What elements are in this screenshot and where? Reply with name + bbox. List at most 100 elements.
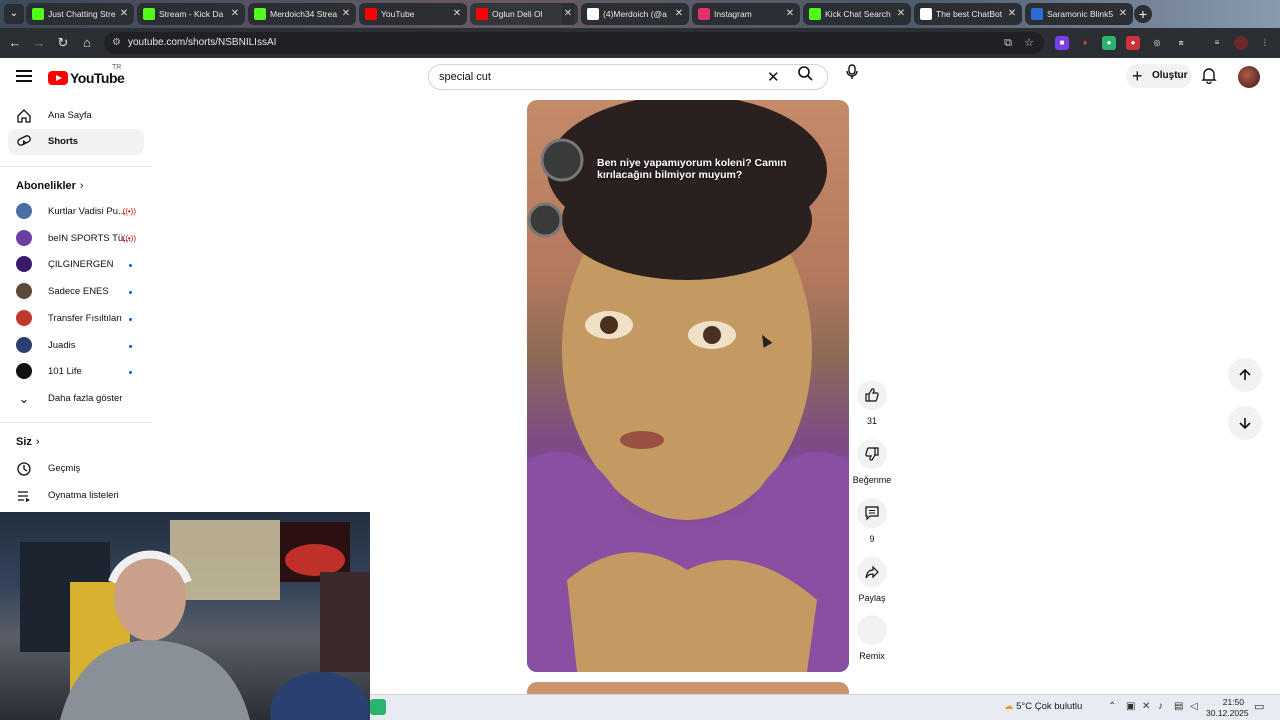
like-button[interactable] — [857, 380, 887, 410]
channel-name: Juadis — [48, 339, 76, 351]
extension-icon[interactable]: ■ — [1055, 36, 1069, 50]
close-tab-icon[interactable]: ✕ — [1117, 3, 1129, 25]
sidebar-subscription-item[interactable]: ÇILGINERGEN — [8, 252, 144, 278]
home-button[interactable]: ⌂ — [78, 34, 96, 52]
plus-icon: + — [1132, 66, 1143, 86]
sidebar-subscription-item[interactable]: Juadis — [8, 333, 144, 359]
sidebar-item-shorts[interactable]: Shorts — [8, 129, 144, 155]
browser-menu-icon[interactable]: ⋮ — [1258, 36, 1272, 50]
close-tab-icon[interactable]: ✕ — [229, 3, 241, 25]
browser-tab[interactable]: Kick Chat Search ✕ — [803, 3, 911, 25]
tray-overflow-icon[interactable]: ⌃ — [1108, 701, 1116, 712]
account-avatar[interactable] — [1238, 66, 1260, 88]
comments-button[interactable] — [857, 498, 887, 528]
browser-tab[interactable]: Stream - Kick Da ✕ — [137, 3, 245, 25]
extension-icon[interactable]: ♦ — [1078, 36, 1092, 50]
sidebar-subscription-item[interactable]: Transfer Fısıltıları — [8, 306, 144, 332]
you-heading[interactable]: Siz › — [16, 436, 40, 448]
new-content-dot — [129, 344, 132, 348]
search-icon — [798, 66, 813, 81]
reload-button[interactable]: ↻ — [54, 34, 72, 52]
clock-date: 30.12.2025 — [1206, 708, 1249, 718]
tab-search-button[interactable]: ⌄ — [4, 4, 24, 24]
guide-menu-icon[interactable] — [16, 70, 32, 82]
site-info-icon[interactable]: ⚙ — [112, 32, 121, 54]
remix-button[interactable] — [857, 615, 887, 645]
extension-icon[interactable]: ◎ — [1150, 36, 1164, 50]
volume-icon[interactable]: ◁ — [1190, 701, 1198, 712]
sidebar-item-home[interactable]: Ana Sayfa — [8, 103, 144, 129]
sidebar-subscription-item[interactable]: 101 Life — [8, 359, 144, 385]
browser-tab[interactable]: Saramonic Blink5 ✕ — [1025, 3, 1133, 25]
tab-title: Instagram — [714, 9, 752, 19]
browser-tab[interactable]: (4)Merdoich (@a ✕ — [581, 3, 689, 25]
close-tab-icon[interactable]: ✕ — [340, 3, 352, 25]
close-tab-icon[interactable]: ✕ — [562, 3, 574, 25]
search-input[interactable] — [439, 69, 759, 85]
sidebar-item-label: Geçmiş — [48, 463, 81, 474]
browser-tab[interactable]: YouTube ✕ — [359, 3, 467, 25]
tab-title: The best ChatBot — [936, 9, 1003, 19]
bookmark-star-icon[interactable]: ☆ — [1024, 32, 1034, 54]
microphone-tray-icon[interactable]: ♪ — [1158, 701, 1163, 712]
kick-icon — [809, 8, 821, 20]
share-button[interactable] — [857, 557, 887, 587]
tray-app-icon[interactable]: ▣ — [1126, 701, 1135, 712]
address-bar[interactable]: ⚙ youtube.com/shorts/NSBNILIssAI ⧉ ☆ — [104, 32, 1044, 54]
notifications-button[interactable] — [1200, 66, 1220, 86]
sidebar-subscription-item[interactable]: Sadece ENES — [8, 279, 144, 305]
home-icon — [17, 109, 31, 123]
sidebar-divider — [0, 422, 152, 423]
network-icon[interactable]: ▤ — [1174, 701, 1183, 712]
short-video-player[interactable]: Ben niye yapamıyorum koleni? Camın kırıl… — [527, 100, 849, 672]
media-control-icon[interactable]: ≡ — [1210, 36, 1224, 50]
subscriptions-heading[interactable]: Abonelikler › — [16, 180, 84, 192]
show-more-button[interactable]: ⌄ Daha fazla göster — [8, 386, 144, 412]
close-tab-icon[interactable]: ✕ — [895, 3, 907, 25]
kick-icon — [143, 8, 155, 20]
profile-avatar[interactable] — [1234, 36, 1248, 50]
browser-tab[interactable]: Just Chatting Stre ✕ — [26, 3, 134, 25]
notification-icon[interactable]: ▭ — [1254, 700, 1264, 713]
v-icon — [1031, 8, 1043, 20]
close-tab-icon[interactable]: ✕ — [673, 3, 685, 25]
search-button[interactable] — [783, 65, 827, 89]
sidebar-item-playlists[interactable]: Oynatma listeleri — [8, 483, 144, 509]
extension-icon[interactable]: ● — [1126, 36, 1140, 50]
next-short-button[interactable] — [1228, 406, 1262, 440]
dislike-button[interactable] — [857, 439, 887, 469]
browser-tab[interactable]: The best ChatBot ✕ — [914, 3, 1022, 25]
forward-button[interactable]: → — [30, 34, 48, 52]
clock-time: 21:50 — [1222, 697, 1244, 707]
install-icon[interactable]: ⧉ — [1004, 32, 1012, 54]
weather-widget[interactable]: ☁ 5°C Çok bulutlu — [1004, 701, 1082, 712]
extensions-puzzle-icon[interactable]: ⧈ — [1174, 36, 1188, 50]
youtube-logo[interactable]: YouTube TR — [48, 64, 125, 88]
taskbar-app-icon[interactable] — [370, 699, 386, 715]
voice-search-button[interactable] — [840, 64, 864, 88]
new-tab-button[interactable]: + — [1134, 5, 1152, 23]
sidebar-subscription-item[interactable]: Kurtlar Vadisi Pu... ((•)) — [8, 199, 144, 225]
back-button[interactable]: ← — [6, 34, 24, 52]
channel-avatar — [16, 363, 32, 380]
microphone-icon — [846, 64, 858, 79]
previous-short-button[interactable] — [1228, 358, 1262, 392]
browser-tab[interactable]: Instagram ✕ — [692, 3, 800, 25]
close-tab-icon[interactable]: ✕ — [118, 3, 130, 25]
channel-name: beIN SPORTS Tü... — [48, 232, 132, 244]
extension-icon[interactable]: ● — [1102, 36, 1116, 50]
sidebar-item-history[interactable]: Geçmiş — [8, 456, 144, 482]
browser-tab[interactable]: Oglun Deli Ol ✕ — [470, 3, 578, 25]
create-button[interactable]: + Oluştur — [1126, 64, 1192, 88]
tray-app-icon[interactable]: ✕ — [1142, 701, 1150, 712]
guide-sidebar: Ana Sayfa Shorts Abonelikler › Kurtlar Va… — [0, 98, 152, 512]
sidebar-subscription-item[interactable]: beIN SPORTS Tü... ((•)) — [8, 226, 144, 252]
taskbar-clock[interactable]: 21:50 30.12.2025 — [1206, 697, 1249, 719]
channel-name: Sadece ENES — [48, 286, 109, 298]
tab-title: Oglun Deli Ol — [492, 9, 543, 19]
browser-tab[interactable]: Merdoich34 Strea ✕ — [248, 3, 356, 25]
clear-search-icon[interactable]: ✕ — [767, 68, 780, 86]
close-tab-icon[interactable]: ✕ — [1006, 3, 1018, 25]
close-tab-icon[interactable]: ✕ — [451, 3, 463, 25]
close-tab-icon[interactable]: ✕ — [784, 3, 796, 25]
